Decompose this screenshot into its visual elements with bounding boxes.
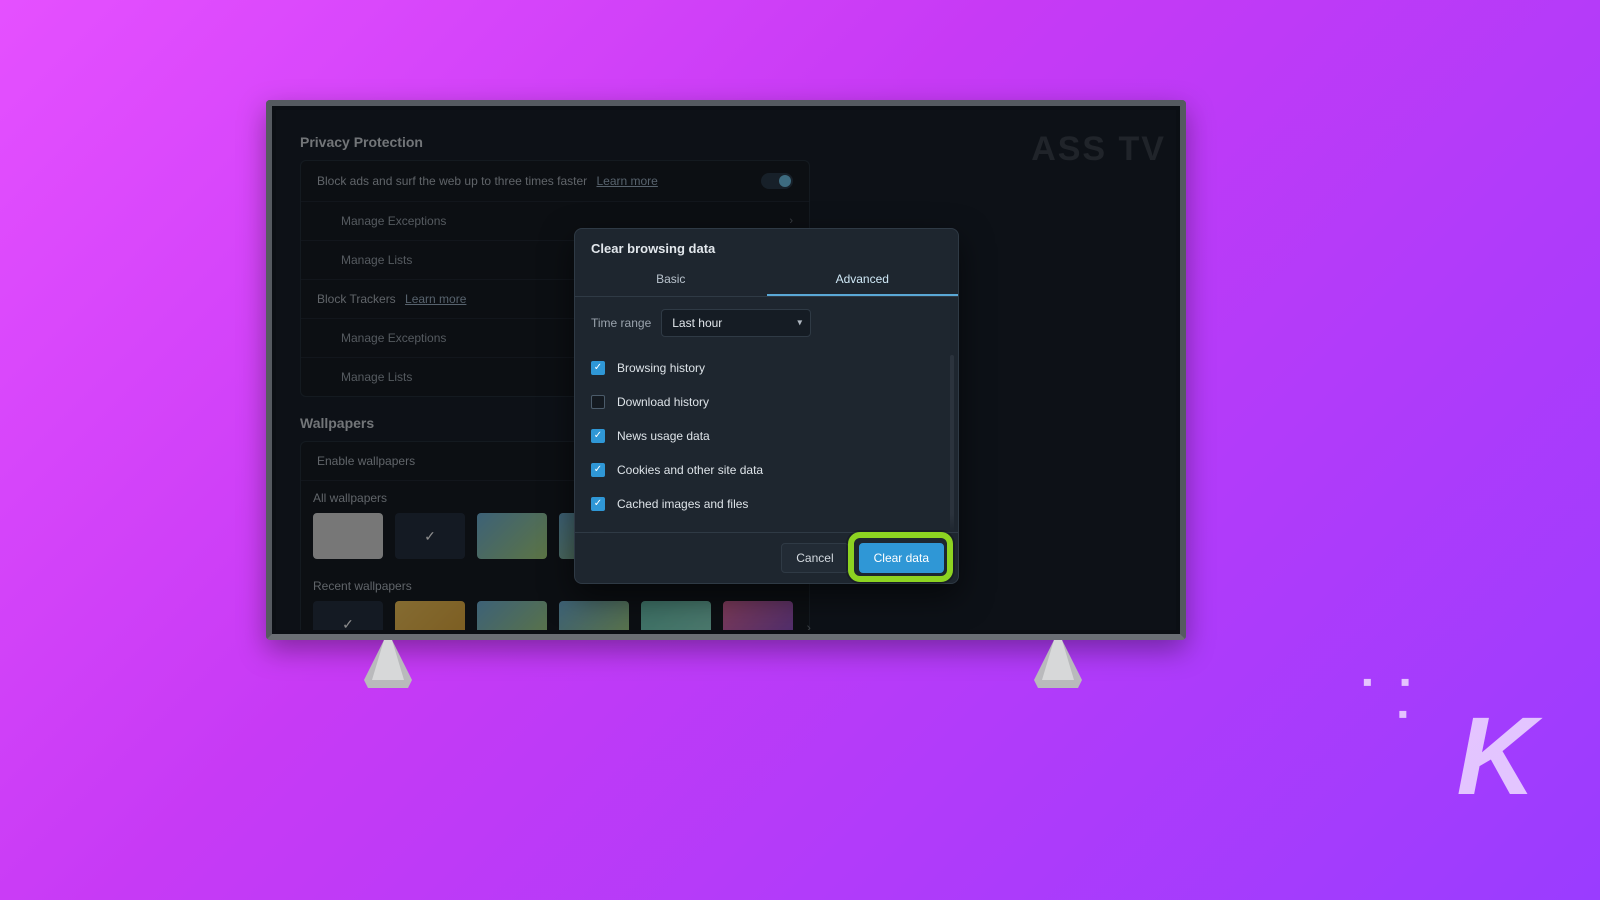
wallpaper-thumb[interactable] <box>641 601 711 630</box>
checklist-label: News usage data <box>617 429 710 443</box>
checklist-label: Cookies and other site data <box>617 463 763 477</box>
ads-toggle[interactable] <box>761 173 793 189</box>
privacy-section-title: Privacy Protection <box>300 134 1152 150</box>
wallpaper-thumb[interactable]: ✓ <box>313 601 383 630</box>
checklist-label: Passwords and other sign-in data <box>617 531 795 532</box>
time-range-select[interactable]: Last hour <box>661 309 811 337</box>
checkbox[interactable] <box>591 395 605 409</box>
tv-stand-left <box>356 640 420 688</box>
wallpaper-thumb[interactable] <box>559 601 629 630</box>
check-icon: ✓ <box>342 616 354 631</box>
logo-dots-icon: ▪ ▪ ▪ <box>1362 666 1420 730</box>
checklist-row[interactable]: Cookies and other site data <box>591 453 942 487</box>
dialog-tabs: Basic Advanced <box>575 264 958 297</box>
wallpaper-thumb[interactable] <box>313 513 383 559</box>
checklist-row[interactable]: Download history <box>591 385 942 419</box>
dialog-scrollbar[interactable] <box>950 355 954 532</box>
tab-advanced[interactable]: Advanced <box>767 264 959 296</box>
dialog-title: Clear browsing data <box>575 229 958 264</box>
checkbox[interactable] <box>591 463 605 477</box>
tab-basic[interactable]: Basic <box>575 264 767 296</box>
checkbox[interactable] <box>591 531 605 532</box>
checklist-label: Download history <box>617 395 709 409</box>
checklist-label: Browsing history <box>617 361 705 375</box>
recent-wallpapers-row: ✓ › <box>301 597 809 630</box>
checklist-label: Cached images and files <box>617 497 748 511</box>
checkbox[interactable] <box>591 429 605 443</box>
checklist-row[interactable]: Browsing history <box>591 351 942 385</box>
time-range-label: Time range <box>591 316 651 330</box>
check-icon: ✓ <box>424 528 436 545</box>
dialog-body: Time range Last hour Browsing history Dow… <box>575 297 958 532</box>
clear-browsing-data-dialog: Clear browsing data Basic Advanced Time … <box>574 228 959 584</box>
checklist-row[interactable]: Cached images and files <box>591 487 942 521</box>
clear-data-button[interactable]: Clear data <box>859 543 944 573</box>
wallpaper-thumb[interactable] <box>477 513 547 559</box>
chevron-right-icon: › <box>789 215 793 227</box>
trackers-row-text: Block Trackers <box>317 292 396 306</box>
time-range-row: Time range Last hour <box>591 309 942 337</box>
ads-learn-more-link[interactable]: Learn more <box>596 174 657 188</box>
time-range-value: Last hour <box>672 316 722 330</box>
wallpaper-thumb[interactable] <box>477 601 547 630</box>
cancel-button[interactable]: Cancel <box>781 543 848 573</box>
checklist-row[interactable]: Passwords and other sign-in data <box>591 521 942 532</box>
tv-frame: ASS TV Privacy Protection Block ads and … <box>266 100 1186 640</box>
tv-stand-right <box>1026 640 1090 688</box>
checklist-row[interactable]: News usage data <box>591 419 942 453</box>
ads-row: Block ads and surf the web up to three t… <box>301 161 809 202</box>
wallpapers-next-icon[interactable]: › <box>806 619 811 630</box>
logo-k-icon: K <box>1457 693 1530 820</box>
wallpaper-thumb[interactable]: ✓ <box>395 513 465 559</box>
tv-screen: ASS TV Privacy Protection Block ads and … <box>276 110 1176 630</box>
trackers-learn-more-link[interactable]: Learn more <box>405 292 466 306</box>
dialog-footer: Cancel Clear data <box>575 532 958 583</box>
checkbox[interactable] <box>591 497 605 511</box>
ads-row-text: Block ads and surf the web up to three t… <box>317 174 587 188</box>
wallpaper-thumb[interactable] <box>395 601 465 630</box>
wallpaper-thumb[interactable] <box>723 601 793 630</box>
checkbox[interactable] <box>591 361 605 375</box>
